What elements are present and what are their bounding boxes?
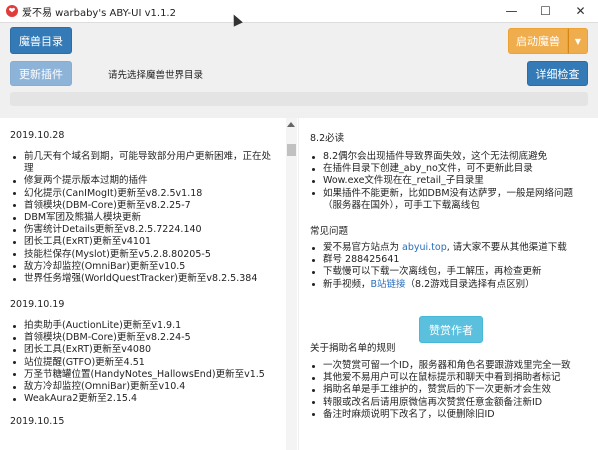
list-item: 拍卖助手(AuctionLite)更新至v1.9.1 [0, 320, 275, 332]
heart-icon: ❤ [6, 5, 18, 17]
list-item: 前几天有个域名到期，可能导致部分用户更新困难，正在处理 [0, 151, 275, 175]
list-item: 万圣节糖罐位置(HandyNotes_HallowsEnd)更新至v1.5 [0, 369, 275, 381]
scroll-thumb[interactable] [287, 144, 296, 156]
list-item: 备注时麻烦说明下改名了，以便删除旧ID [299, 409, 574, 421]
notice-text: 新手视频， [323, 278, 371, 290]
list-item: 转服或改名后请用原微信再次赞赏任意金额备注新ID [299, 397, 574, 409]
chevron-down-icon: ▼ [574, 37, 582, 46]
list-item: 伤害统计Details更新至v8.2.5.7224.140 [0, 224, 275, 236]
donation-rules-list: 一次赞赏可留一个ID，服务器和角色名要跟游戏里完全一致 其他爱不易用户可以在鼠标… [299, 360, 574, 421]
list-item: 团长工具(ExRT)更新至v4080 [0, 344, 275, 356]
changelog-date: 2019.10.28 [10, 130, 65, 141]
list-item: 首领模块(DBM-Core)更新至v8.2.24-5 [0, 332, 275, 344]
launch-dropdown-toggle[interactable]: ▼ [568, 28, 588, 54]
notice-text: , 请大家不要从其他渠道下载 [446, 242, 567, 253]
changelog-list: 前几天有个域名到期，可能导致部分用户更新困难，正在处理 修复两个提示版本过期的插… [0, 151, 275, 285]
notice-text: 爱不易官方站点为 [323, 242, 403, 253]
list-item: 如果插件不能更新，比如DBM没有达萨罗，一般是网络问题（服务器在国外），可手工下… [299, 188, 574, 212]
detailed-check-button[interactable]: 详细检查 [527, 61, 588, 86]
close-button[interactable]: ✕ [563, 0, 598, 22]
list-item: 技能栏保存(Myslot)更新至v5.2.8.80205-5 [0, 249, 275, 261]
list-item: 团长工具(ExRT)更新至v4101 [0, 236, 275, 248]
changelog-list: 拍卖助手(AuctionLite)更新至v1.9.1 首领模块(DBM-Core… [0, 320, 275, 405]
list-item: 幻化提示(CanIMogIt)更新至v8.2.5v1.18 [0, 188, 275, 200]
list-item: 一次赞赏可留一个ID，服务器和角色名要跟游戏里完全一致 [299, 360, 574, 372]
list-item: DBM军团及熊猫人模块更新 [0, 212, 275, 224]
scroll-up-icon[interactable] [287, 122, 295, 127]
wow-directory-button[interactable]: 魔兽目录 [10, 27, 72, 54]
list-item: 修复两个提示版本过期的插件 [0, 175, 275, 187]
list-item: WeakAura2更新至2.15.4 [0, 393, 275, 405]
list-item: 在插件目录下创建_aby_no文件，可不更新此目录 [299, 163, 574, 175]
list-item: Wow.exe文件现在在_retail_子目录里 [299, 175, 574, 187]
list-item: 首领模块(DBM-Core)更新至v8.2.25-7 [0, 200, 275, 212]
section-title: 关于捐助名单的规则 [310, 343, 396, 354]
changelog-date: 2019.10.15 [10, 416, 65, 427]
list-item: 群号 288425641 [299, 254, 574, 266]
video-notice: 新手视频，B站链接（8.2游戏目录选择有点区别） [299, 279, 574, 291]
list-item: 敌方冷却监控(OmniBar)更新至v10.4 [0, 381, 275, 393]
status-message: 请先选择魔兽世界目录 [108, 70, 204, 81]
official-site-link[interactable]: abyui.top [402, 242, 447, 253]
notice-text: （8.2游戏目录选择有点区别） [405, 278, 535, 290]
changelog-panel[interactable]: 2019.10.28 前几天有个域名到期，可能导致部分用户更新困难，正在处理 修… [0, 118, 298, 450]
update-addons-button[interactable]: 更新插件 [10, 61, 72, 86]
notice-list: 8.2偶尔会出现插件导致界面失效，这个无法彻底避免 在插件目录下创建_aby_n… [299, 151, 574, 212]
section-title: 常见问题 [310, 226, 349, 237]
list-item: 站位提醒(GTFO)更新至4.51 [0, 357, 275, 369]
list-item: 捐助名单是手工维护的，赞赏后的下一次更新才会生效 [299, 384, 574, 396]
minimize-button[interactable]: — [495, 0, 528, 22]
faq-list: 爱不易官方站点为 abyui.top, 请大家不要从其他渠道下载 群号 2884… [299, 242, 574, 291]
changelog-scrollbar[interactable] [286, 118, 297, 450]
list-item: 下载慢可以下载一次离线包，手工解压，再检查更新 [299, 266, 574, 278]
notice-panel: 8.2必读 8.2偶尔会出现插件导致界面失效，这个无法彻底避免 在插件目录下创建… [299, 118, 598, 450]
bilibili-link[interactable]: B站链接 [371, 279, 406, 290]
launch-wow-button[interactable]: 启动魔兽 [508, 28, 568, 54]
donate-button[interactable]: 赞赏作者 [419, 316, 483, 343]
list-item: 其他爱不易用户可以在鼠标提示和聊天中看到捐助者标记 [299, 372, 574, 384]
progress-bar [10, 92, 588, 106]
list-item: 敌方冷却监控(OmniBar)更新至v10.5 [0, 261, 275, 273]
title-bar: ❤ 爱不易 warbaby's ABY-UI v1.1.2 — ☐ ✕ [0, 0, 598, 23]
changelog-date: 2019.10.19 [10, 299, 65, 310]
list-item: 世界任务增强(WorldQuestTracker)更新至v8.2.5.384 [0, 273, 275, 285]
official-site-notice: 爱不易官方站点为 abyui.top, 请大家不要从其他渠道下载 [299, 242, 574, 254]
section-title: 8.2必读 [310, 133, 345, 144]
list-item: 8.2偶尔会出现插件导致界面失效，这个无法彻底避免 [299, 151, 574, 163]
maximize-button[interactable]: ☐ [529, 0, 562, 22]
window-title: 爱不易 warbaby's ABY-UI v1.1.2 [22, 8, 176, 19]
